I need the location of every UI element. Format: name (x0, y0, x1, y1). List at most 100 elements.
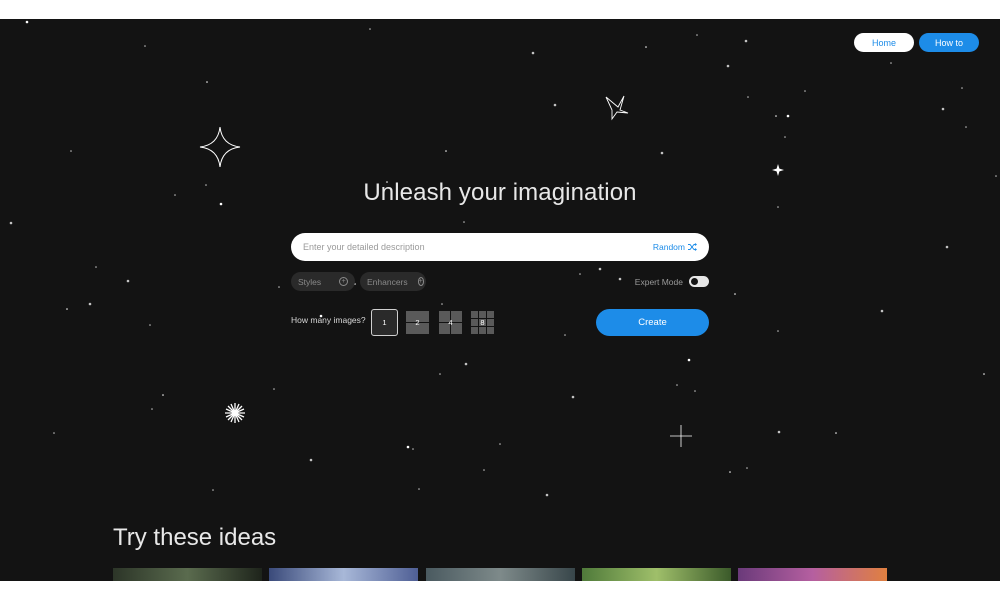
star-dot (744, 39, 748, 43)
star-dot (445, 150, 447, 152)
star-dot (25, 20, 29, 24)
star-dot (784, 136, 786, 138)
star-dot (149, 324, 151, 326)
star-dot (660, 151, 664, 155)
star-dot (70, 150, 72, 152)
cross-sparkle-icon (670, 425, 692, 447)
enhancers-label: Enhancers (367, 276, 408, 287)
star-dot (598, 267, 602, 271)
star-dot (694, 390, 696, 392)
star-dot (777, 430, 781, 434)
idea-thumbnail-blue-clouds[interactable] (269, 568, 418, 581)
expert-mode-toggle[interactable] (689, 276, 709, 287)
prompt-input[interactable] (303, 233, 633, 261)
star-dot (412, 448, 414, 450)
plus-circle-icon: + (417, 277, 424, 286)
home-button[interactable]: Home (854, 33, 914, 52)
star-dot (206, 81, 208, 83)
star-dot (734, 293, 736, 295)
star-dot (278, 286, 280, 288)
origami-star-icon (605, 95, 629, 121)
star-dot (369, 28, 371, 30)
idea-thumbnail-misty-rock[interactable] (426, 568, 575, 581)
star-dot (880, 309, 884, 313)
star-dot (273, 388, 275, 390)
star-dot (965, 126, 967, 128)
star-dot (309, 458, 313, 462)
image-count-option-1[interactable]: 1 (371, 309, 398, 336)
star-dot (804, 90, 806, 92)
image-count-label: How many images? (291, 315, 366, 325)
star-dot (531, 51, 535, 55)
star-dot (212, 489, 214, 491)
star-dot (777, 330, 779, 332)
star-dot (126, 279, 130, 283)
random-button[interactable]: Random (653, 233, 697, 261)
idea-thumbnail-purple-flowers[interactable] (738, 568, 887, 581)
idea-thumbnail-green-jungle[interactable] (582, 568, 731, 581)
star-dot (726, 64, 730, 68)
star-dot (645, 46, 647, 48)
star-dot (151, 408, 153, 410)
star-dot (775, 115, 777, 117)
star-dot (747, 96, 749, 98)
star-dot (835, 432, 837, 434)
hero-title: Unleash your imagination (363, 179, 637, 206)
star-dot (406, 445, 410, 449)
star-dot (553, 103, 557, 107)
enhancers-chip[interactable]: Enhancers + (360, 272, 426, 291)
ideas-heading: Try these ideas (113, 524, 277, 551)
image-count-option-2[interactable]: 2 (404, 309, 431, 336)
starfield-stage: Home How to Unleash your imagination Ran… (0, 19, 1000, 581)
star-dot (66, 308, 68, 310)
how-to-button[interactable]: How to (919, 33, 979, 52)
star-dot (441, 303, 443, 305)
star-dot (418, 488, 420, 490)
star-dot (945, 245, 949, 249)
idea-thumbnail-forest-light[interactable] (113, 568, 262, 581)
star-dot (9, 221, 13, 225)
random-label: Random (652, 242, 685, 252)
star-dot (995, 175, 997, 177)
sparkle-outline-icon (199, 126, 241, 168)
plus-circle-icon: + (339, 277, 348, 286)
star-dot (499, 443, 501, 445)
star-dot (983, 373, 985, 375)
small-sparkle-icon (772, 164, 784, 176)
star-dot (579, 273, 581, 275)
star-dot (571, 395, 575, 399)
star-dot (941, 107, 945, 111)
star-dot (464, 362, 468, 366)
shuffle-icon (688, 243, 697, 251)
star-dot (687, 358, 691, 362)
starfield-background (9, 20, 997, 497)
create-button[interactable]: Create (596, 309, 709, 336)
star-dot (786, 114, 790, 118)
option-4-label: 4 (448, 318, 453, 327)
star-dot (95, 266, 97, 268)
option-1-label: 1 (382, 318, 387, 327)
prompt-box: Random (291, 233, 709, 261)
star-dot (890, 62, 892, 64)
star-dot (545, 493, 549, 497)
option-8-label: 8 (480, 318, 485, 327)
star-dot (961, 87, 963, 89)
star-dot (746, 467, 748, 469)
star-dot (162, 394, 164, 396)
styles-chip[interactable]: Styles + (291, 272, 355, 291)
star-dot (696, 34, 698, 36)
expert-mode-control: Expert Mode (606, 272, 709, 291)
star-dot (439, 373, 441, 375)
star-dot (729, 471, 731, 473)
expert-mode-label: Expert Mode (634, 276, 683, 287)
image-count-option-4[interactable]: 4 (437, 309, 464, 336)
star-dot (564, 334, 566, 336)
star-dot (144, 45, 146, 47)
image-count-option-8[interactable]: 8 (469, 309, 496, 336)
star-dot (53, 432, 55, 434)
star-dot (88, 302, 92, 306)
bottom-white-strip (0, 581, 1000, 600)
star-dot (483, 469, 485, 471)
star-dot (676, 384, 678, 386)
top-white-strip (0, 0, 1000, 19)
